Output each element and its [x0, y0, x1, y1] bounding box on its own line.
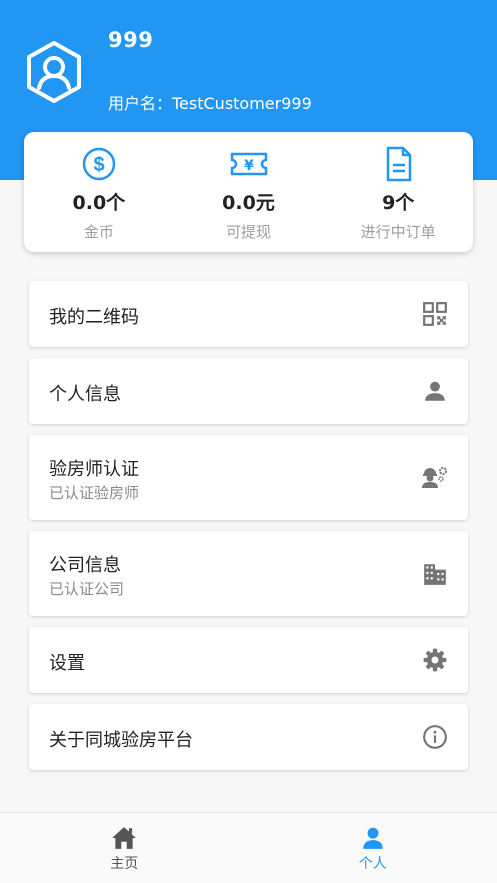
stat-withdrawable-label: 可提现: [226, 223, 272, 241]
building-icon: [424, 564, 446, 585]
info-icon: [423, 725, 447, 749]
menu-item-company-info[interactable]: 公司信息 已认证公司: [29, 531, 468, 616]
yuan-ticket-icon: ¥: [230, 152, 267, 176]
settings-gear-icon: [423, 648, 447, 672]
stat-coins[interactable]: $ 0.0个 金币: [24, 132, 174, 252]
avatar-icon[interactable]: [24, 40, 84, 104]
stat-orders[interactable]: 9个 进行中订单: [323, 132, 473, 252]
svg-text:¥: ¥: [244, 158, 254, 174]
stat-coins-label: 金币: [83, 223, 114, 241]
menu-item-label: 我的二维码: [49, 307, 139, 328]
stat-coins-value: 0.0个: [72, 192, 126, 214]
stat-orders-label: 进行中订单: [360, 223, 436, 241]
bottom-navigation: 主页 个人: [0, 812, 497, 883]
menu-item-qr-code[interactable]: 我的二维码: [29, 281, 468, 347]
nav-tab-home[interactable]: 主页: [0, 813, 249, 883]
document-icon: [386, 146, 412, 182]
nav-tab-label: 个人: [358, 856, 387, 872]
stat-orders-value: 9个: [382, 192, 415, 214]
menu-item-label: 个人信息: [49, 384, 121, 405]
stat-withdrawable-value: 0.0元: [222, 192, 275, 214]
person-icon: [425, 381, 445, 401]
menu-item-label: 公司信息: [49, 555, 121, 576]
engineer-gear-icon: [422, 467, 447, 488]
qr-code-icon: [423, 302, 447, 326]
username: 999: [108, 28, 154, 52]
menu-item-inspector-certification[interactable]: 验房师认证 已认证验房师: [29, 435, 468, 520]
menu-item-settings[interactable]: 设置: [29, 627, 468, 693]
nav-tab-me[interactable]: 个人: [249, 813, 497, 883]
menu-item-label: 验房师认证: [49, 459, 139, 480]
nav-tab-label: 主页: [110, 856, 139, 872]
stat-withdrawable[interactable]: ¥ 0.0元 可提现: [174, 132, 324, 252]
dollar-coin-icon: $: [82, 147, 116, 181]
menu-item-label: 关于同城验房平台: [49, 730, 193, 751]
stats-card: $ 0.0个 金币 ¥ 0.0元 可提现 9个 进行中订单: [24, 132, 473, 252]
menu-item-about[interactable]: 关于同城验房平台: [29, 704, 468, 770]
account-name: 用户名：TestCustomer999: [108, 94, 312, 113]
home-icon: [112, 827, 137, 849]
menu-item-label: 设置: [49, 653, 85, 674]
menu-item-status: 已认证公司: [49, 580, 125, 598]
menu-item-personal-info[interactable]: 个人信息: [29, 358, 468, 424]
menu-item-status: 已认证验房师: [49, 484, 140, 502]
person-icon: [363, 827, 383, 849]
svg-text:$: $: [93, 154, 104, 176]
